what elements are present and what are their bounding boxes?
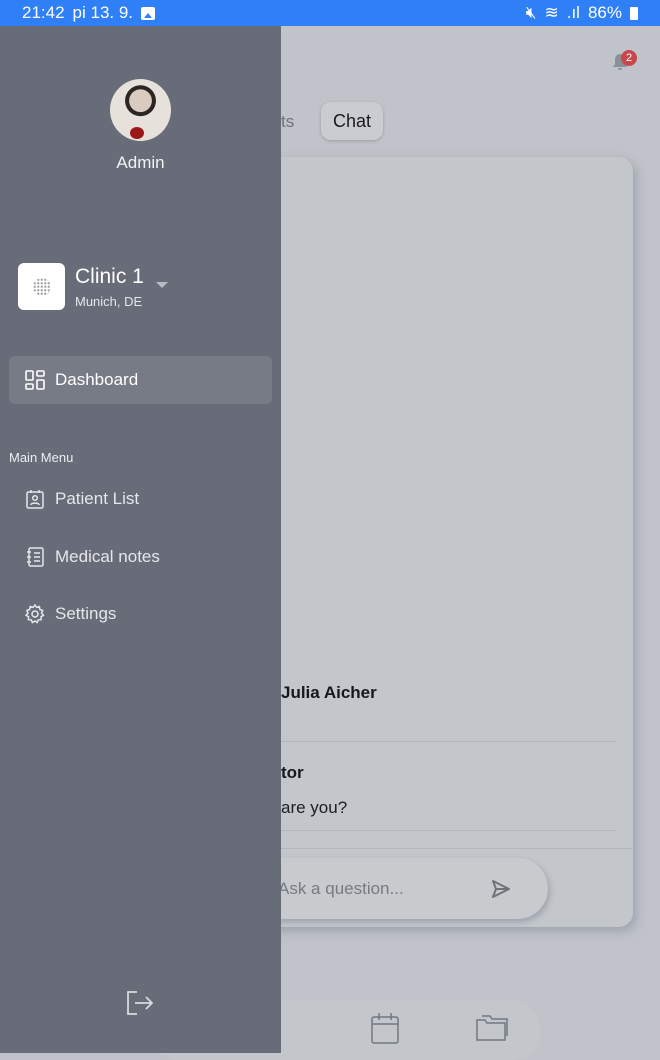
status-date: pi 13. 9.	[72, 3, 134, 22]
notification-badge: 2	[621, 50, 637, 66]
avatar[interactable]	[110, 79, 171, 141]
sidebar-item-label: Dashboard	[55, 370, 139, 389]
patient-badge-icon	[26, 490, 44, 509]
divider	[281, 830, 616, 831]
battery-icon	[630, 6, 638, 20]
logout-icon[interactable]	[126, 990, 154, 1016]
sidebar-item-dashboard[interactable]: Dashboard	[9, 356, 272, 404]
sidebar-item-medical-notes[interactable]: Medical notes	[9, 533, 272, 581]
clinic-location: Munich, DE	[75, 294, 143, 309]
clinic-logo[interactable]	[18, 263, 65, 310]
wifi-icon: ≋	[544, 3, 559, 22]
sidebar-item-label: Medical notes	[55, 547, 160, 566]
message-text: are you?	[281, 798, 348, 817]
tab-chats[interactable]: ts	[281, 112, 294, 132]
sidebar-item-settings[interactable]: Settings	[9, 590, 272, 638]
folder-icon[interactable]	[475, 1012, 509, 1042]
tab-chat[interactable]: Chat	[321, 102, 383, 140]
clinic-name[interactable]: Clinic 1	[75, 265, 144, 289]
message-sender[interactable]: Julia Aicher	[281, 683, 377, 703]
divider	[281, 741, 616, 742]
mute-icon: 🔇︎	[525, 3, 537, 22]
user-name: Admin	[116, 153, 165, 172]
signal-icon: .ıl	[566, 3, 580, 22]
message-sender[interactable]: tor	[281, 763, 304, 783]
send-icon[interactable]	[490, 878, 512, 900]
status-time: 21:42	[22, 3, 65, 22]
dashboard-icon	[25, 370, 45, 390]
notebook-icon	[27, 547, 44, 567]
navigation-drawer: Admin Clinic 1 Munich, DE Dashboard Main…	[0, 26, 281, 1053]
sidebar-item-label: Patient List	[55, 489, 140, 508]
sidebar-item-label: Settings	[55, 604, 117, 623]
gear-icon	[25, 604, 45, 624]
section-label: Main Menu	[9, 450, 74, 465]
chevron-down-icon[interactable]	[156, 282, 168, 288]
battery-level: 86%	[587, 3, 622, 22]
chat-input[interactable]	[278, 858, 478, 919]
status-bar: 21:42 pi 13. 9. 🔇︎ ≋ .ıl 86%	[0, 0, 660, 26]
image-notification-icon	[141, 6, 156, 20]
chat-input-container	[240, 858, 548, 919]
clinic-logo-icon	[32, 277, 51, 296]
calendar-icon[interactable]	[370, 1012, 400, 1044]
sidebar-item-patient-list[interactable]: Patient List	[9, 475, 272, 523]
